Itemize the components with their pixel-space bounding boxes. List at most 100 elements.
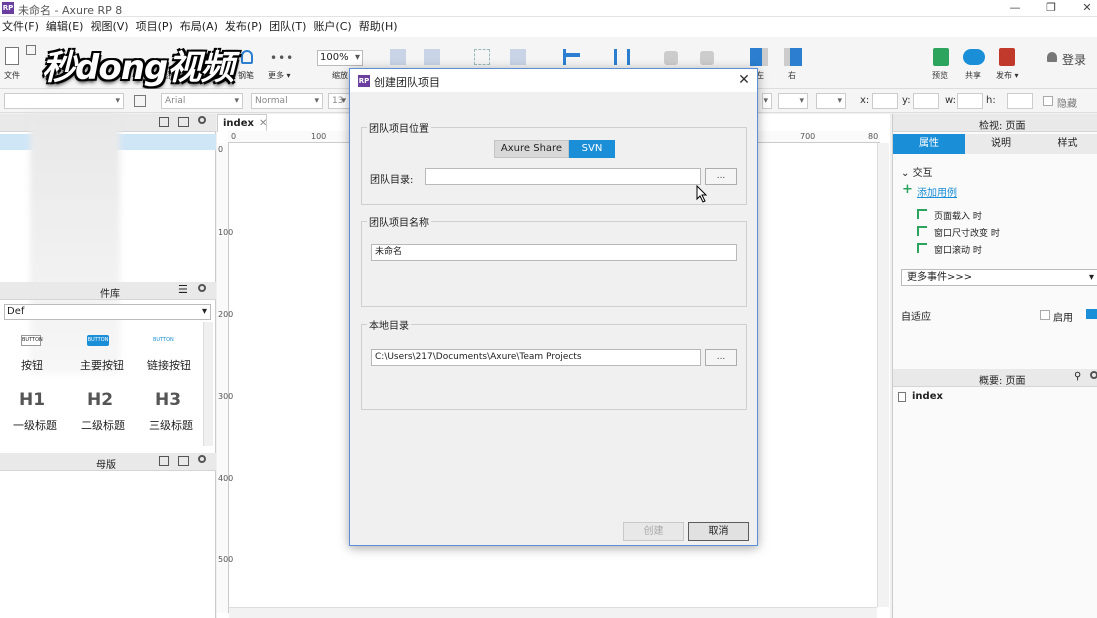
outline-item-index[interactable]: index: [912, 391, 943, 402]
menu-layout[interactable]: 布局(A): [178, 17, 223, 37]
menu-edit[interactable]: 编辑(E): [44, 17, 89, 37]
ruler-tick: 0: [231, 132, 237, 141]
x-input[interactable]: [872, 93, 898, 109]
adaptive-settings-icon[interactable]: [1086, 309, 1097, 319]
ungroup-icon[interactable]: [510, 49, 526, 65]
font-select[interactable]: Arial: [161, 93, 243, 109]
tab-properties[interactable]: 属性: [893, 134, 965, 154]
enable-checkbox[interactable]: [1040, 310, 1050, 320]
preview-icon[interactable]: [933, 48, 949, 66]
h2-widget-icon[interactable]: H2: [87, 390, 113, 410]
add-case-link[interactable]: 添加用例: [917, 184, 957, 199]
extra-select[interactable]: [762, 93, 772, 109]
minimize-button[interactable]: —: [997, 0, 1033, 17]
button-widget-icon[interactable]: BUTTON: [21, 335, 43, 346]
publish-icon[interactable]: [999, 48, 1015, 66]
h-input[interactable]: [1007, 93, 1033, 109]
menu-help[interactable]: 帮助(H): [357, 17, 403, 37]
ruler-tick: 80: [868, 132, 879, 141]
fill-select[interactable]: [816, 93, 846, 109]
search-icon[interactable]: [1090, 371, 1097, 379]
ruler-tick: 0: [218, 145, 224, 154]
menu-project[interactable]: 项目(P): [134, 17, 178, 37]
cancel-button[interactable]: 取消: [688, 522, 749, 541]
login-link[interactable]: 登录: [1062, 51, 1086, 68]
share-cloud-icon[interactable]: [963, 49, 985, 65]
back-icon[interactable]: [424, 49, 440, 65]
ruler-tick: 700: [800, 132, 816, 141]
menu-icon[interactable]: ☰: [178, 283, 188, 296]
style-select[interactable]: [4, 93, 124, 109]
restore-button[interactable]: ❐: [1033, 0, 1069, 17]
size-select[interactable]: 13: [328, 93, 350, 109]
distribute-icon[interactable]: [614, 49, 630, 65]
create-button[interactable]: 创建: [623, 522, 684, 541]
browse-local-dir-button[interactable]: ...: [705, 349, 737, 366]
file-label: 文件: [4, 71, 20, 80]
h1-widget-icon[interactable]: H1: [19, 390, 45, 410]
close-window-button[interactable]: ✕: [1069, 0, 1097, 17]
tab-notes[interactable]: 说明: [965, 134, 1037, 154]
menu-team[interactable]: 团队(T): [267, 17, 311, 37]
format-painter-icon[interactable]: [134, 95, 146, 107]
link-button-widget-icon[interactable]: BUTTON: [153, 335, 174, 346]
y-input[interactable]: [913, 93, 939, 109]
right-panel-icon[interactable]: [784, 48, 802, 66]
search-icon[interactable]: [198, 455, 206, 463]
menu-file[interactable]: 文件(F): [0, 17, 44, 37]
interaction-section[interactable]: ⌄ 交互: [901, 164, 933, 179]
unlock-icon[interactable]: [700, 51, 714, 65]
dialog-close-button[interactable]: ✕: [735, 71, 753, 89]
search-icon[interactable]: [198, 116, 206, 124]
tab-axure-share[interactable]: Axure Share: [494, 140, 569, 158]
pen-icon[interactable]: [241, 50, 253, 64]
event-window-scroll[interactable]: 窗口滚动 时: [934, 243, 982, 256]
dialog-app-icon: RP: [358, 75, 370, 87]
more-label[interactable]: 更多 ▾: [268, 70, 291, 81]
align-left-icon[interactable]: [563, 49, 566, 65]
add-folder-icon[interactable]: [178, 117, 189, 127]
widget-label: 三级标题: [149, 419, 193, 432]
menu-account[interactable]: 账户(C): [311, 17, 356, 37]
save-icon[interactable]: [26, 45, 36, 55]
line-style-select[interactable]: [778, 93, 808, 109]
more-events-select[interactable]: 更多事件>>> ▾: [901, 269, 1097, 286]
publish-label[interactable]: 发布 ▾: [996, 70, 1019, 81]
filter-icon[interactable]: ⚲: [1074, 371, 1081, 382]
event-window-resize[interactable]: 窗口尺寸改变 时: [934, 226, 1000, 239]
tab-index[interactable]: index ✕: [217, 114, 267, 132]
canvas-horizontal-scrollbar[interactable]: [229, 607, 877, 618]
more-dots-icon[interactable]: •••: [270, 51, 294, 65]
hide-checkbox[interactable]: [1043, 96, 1053, 106]
canvas-vertical-scrollbar[interactable]: [877, 143, 889, 607]
add-page-icon[interactable]: [159, 117, 169, 127]
app-icon: RP: [2, 2, 14, 14]
primary-button-widget-icon[interactable]: BUTTON: [87, 335, 109, 346]
event-page-load[interactable]: 页面载入 时: [934, 209, 982, 222]
add-folder-icon[interactable]: [178, 456, 189, 466]
add-master-icon[interactable]: [159, 456, 169, 466]
close-tab-icon[interactable]: ✕: [259, 118, 267, 129]
team-dir-input[interactable]: [425, 168, 701, 185]
library-select[interactable]: Def ▾: [4, 304, 211, 320]
browse-team-dir-button[interactable]: ...: [705, 168, 737, 185]
tab-style[interactable]: 样式: [1037, 134, 1097, 154]
local-dir-input[interactable]: C:\Users\217\Documents\Axure\Team Projec…: [371, 349, 701, 366]
front-icon[interactable]: [390, 49, 406, 65]
search-icon[interactable]: [198, 284, 206, 292]
w-input[interactable]: [957, 93, 983, 109]
project-name-input[interactable]: 未命名: [371, 244, 737, 261]
group-icon[interactable]: [474, 49, 490, 65]
new-file-icon[interactable]: [5, 47, 19, 65]
menu-publish[interactable]: 发布(P): [223, 17, 267, 37]
menu-view[interactable]: 视图(V): [88, 17, 133, 37]
lock-icon[interactable]: [664, 51, 678, 65]
weight-select[interactable]: Normal: [251, 93, 323, 109]
left-panel-icon[interactable]: [750, 48, 768, 66]
h3-widget-icon[interactable]: H3: [155, 390, 181, 410]
zoom-select[interactable]: 100% ▾: [317, 50, 363, 66]
ruler-tick: 100: [311, 132, 327, 141]
library-scrollbar[interactable]: [203, 322, 213, 446]
tab-svn[interactable]: SVN: [569, 140, 615, 158]
ruler-tick: 100: [218, 228, 234, 237]
